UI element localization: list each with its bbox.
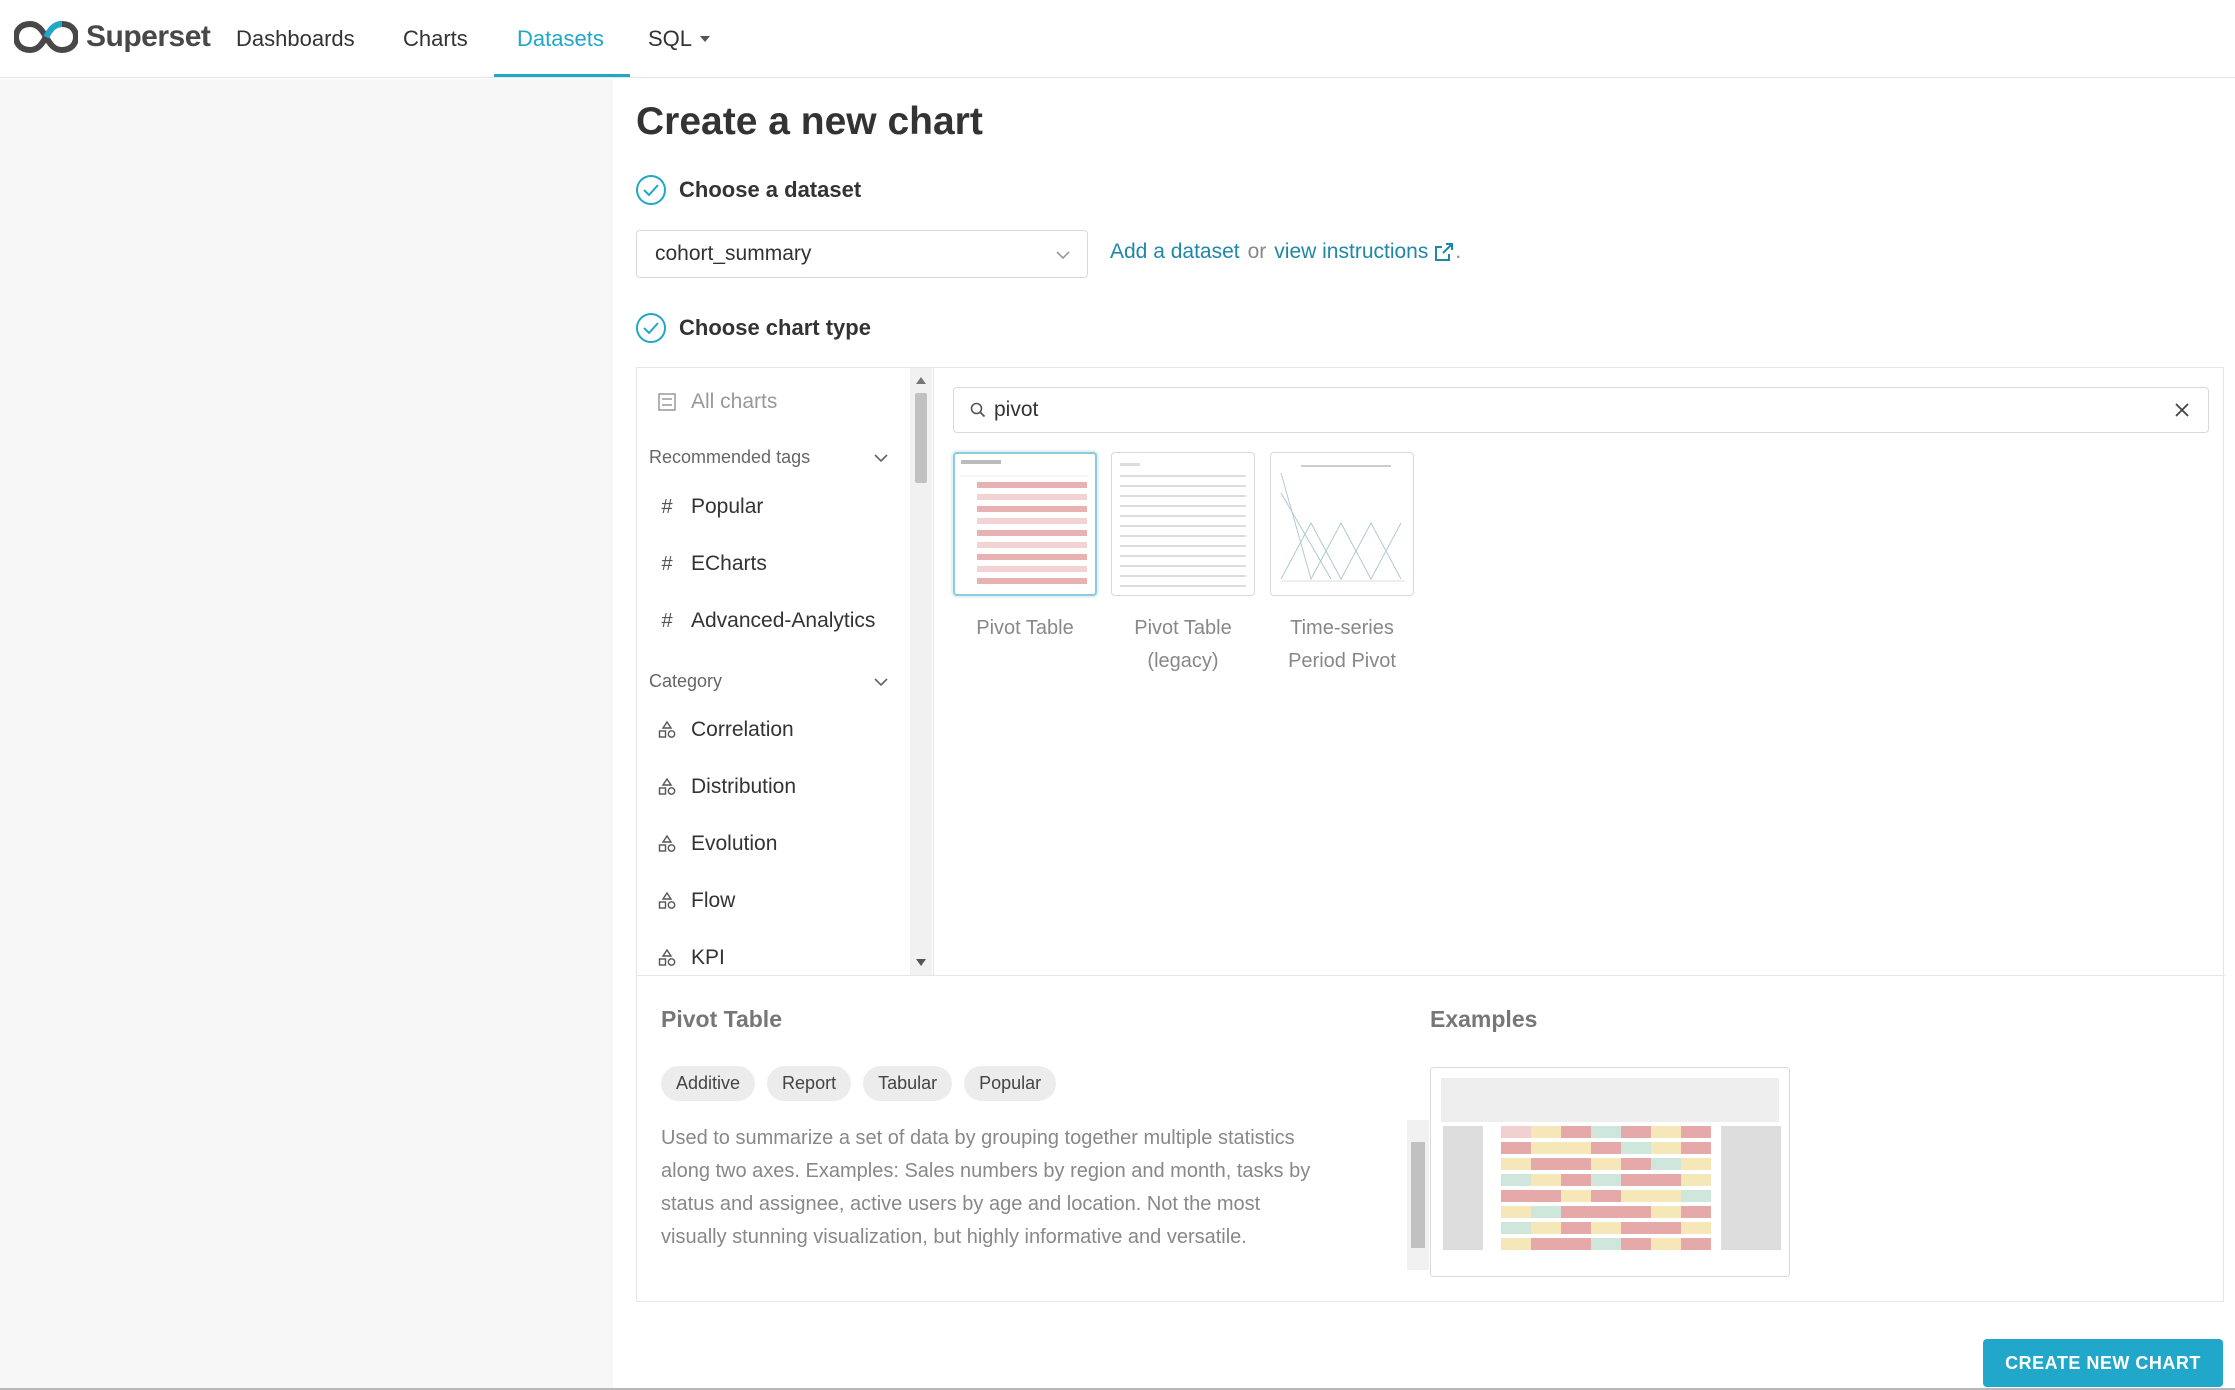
example-image[interactable]: [1430, 1067, 1790, 1277]
sidebar-item-distribution[interactable]: Distribution: [657, 775, 796, 799]
sidebar-item-advanced-analytics[interactable]: # Advanced-Analytics: [657, 609, 875, 633]
dataset-links: Add a dataset or view instructions .: [1110, 240, 1461, 264]
sidebar-item-label: Flow: [691, 889, 736, 912]
shapes-icon: [657, 948, 677, 968]
shapes-icon: [657, 834, 677, 854]
nav-charts[interactable]: Charts: [403, 0, 468, 78]
hash-icon: #: [661, 495, 673, 518]
sidebar-item-label: Distribution: [691, 775, 797, 798]
hash-icon: #: [661, 552, 673, 575]
sidebar-item-label: KPI: [691, 946, 725, 969]
left-gutter: [0, 79, 613, 1390]
tag: Additive: [661, 1066, 756, 1101]
recommended-tags-header[interactable]: Recommended tags: [649, 447, 889, 468]
sidebar-scrollbar[interactable]: [910, 368, 932, 975]
chart-card-time-series-period-pivot[interactable]: Time-series Period Pivot: [1270, 452, 1414, 678]
brand-name: Superset: [86, 20, 211, 53]
shapes-icon: [657, 891, 677, 911]
caret-down-icon: [700, 36, 711, 42]
view-instructions-link[interactable]: view instructions: [1274, 240, 1428, 264]
chart-card-pivot-table-legacy[interactable]: Pivot Table (legacy): [1111, 452, 1255, 678]
category-header[interactable]: Category: [649, 671, 889, 692]
scrollbar-thumb[interactable]: [915, 393, 927, 483]
chart-type-panel: All charts Recommended tags # Popular # …: [636, 367, 2225, 1302]
scrollbar-thumb[interactable]: [1411, 1142, 1425, 1248]
chart-card-pivot-table[interactable]: Pivot Table: [953, 452, 1097, 645]
examples-title: Examples: [1430, 1006, 1538, 1032]
tag: Tabular: [863, 1066, 953, 1101]
sidebar-item-label: Advanced-Analytics: [691, 609, 876, 632]
chevron-down-icon: [874, 453, 888, 462]
chart-description: Used to summarize a set of data by group…: [661, 1127, 1311, 1248]
step-choose-chart-type: Choose chart type: [636, 313, 871, 343]
sidebar-item-evolution[interactable]: Evolution: [657, 832, 777, 856]
sidebar-item-popular[interactable]: # Popular: [657, 495, 763, 519]
sidebar-item-flow[interactable]: Flow: [657, 889, 735, 913]
shapes-icon: [657, 777, 677, 797]
scroll-down-icon[interactable]: [916, 959, 926, 966]
step-label: Choose a dataset: [679, 177, 862, 202]
external-link-icon[interactable]: [1433, 241, 1455, 263]
nav-sql-label: SQL: [648, 26, 693, 51]
chart-thumbnail: [1111, 452, 1255, 596]
chart-card-label: Pivot Table: [976, 617, 1074, 639]
step-choose-dataset: Choose a dataset: [636, 175, 861, 205]
nav-dashboards[interactable]: Dashboards: [236, 0, 355, 78]
step-label: Choose chart type: [679, 315, 871, 340]
shapes-icon: [657, 720, 677, 740]
close-icon[interactable]: [2172, 400, 2192, 420]
check-circle-icon: [636, 175, 666, 205]
sidebar-item-label: Popular: [691, 495, 764, 518]
scroll-up-icon[interactable]: [916, 377, 926, 384]
tag: Popular: [964, 1066, 1057, 1101]
sidebar-item-correlation[interactable]: Correlation: [657, 718, 794, 742]
sidebar-item-kpi[interactable]: KPI: [657, 946, 725, 970]
dataset-select-value: cohort_summary: [655, 242, 812, 265]
dataset-select[interactable]: cohort_summary: [636, 230, 1088, 278]
section-label: Category: [649, 671, 723, 691]
sidebar-item-label: ECharts: [691, 552, 767, 575]
check-circle-icon: [636, 313, 666, 343]
chart-card-label: Pivot Table (legacy): [1134, 617, 1232, 672]
panel-divider: [637, 975, 2225, 976]
chart-search-box[interactable]: [953, 387, 2209, 433]
sidebar-item-label: Evolution: [691, 832, 778, 855]
add-dataset-link[interactable]: Add a dataset: [1110, 240, 1240, 264]
chart-tags: Additive Report Tabular Popular: [661, 1066, 1057, 1101]
active-tab-indicator: [494, 74, 630, 77]
selected-chart-title: Pivot Table: [661, 1006, 782, 1032]
chart-card-label: Time-series Period Pivot: [1288, 617, 1396, 672]
top-navbar: Superset Dashboards Charts Datasets SQL: [0, 0, 2235, 78]
chevron-down-icon: [1056, 251, 1070, 260]
create-new-chart-button[interactable]: CREATE NEW CHART: [1983, 1339, 2223, 1387]
hash-icon: #: [661, 609, 673, 632]
chart-type-sidebar: All charts Recommended tags # Popular # …: [637, 368, 911, 975]
list-icon: [657, 392, 677, 412]
panel-divider: [933, 368, 934, 975]
search-icon: [970, 402, 986, 418]
chevron-down-icon: [874, 677, 888, 686]
examples-scrollbar[interactable]: [1407, 1120, 1429, 1270]
sidebar-item-all-charts[interactable]: All charts: [657, 390, 777, 414]
chart-thumbnail: [953, 452, 1097, 596]
brand-logo[interactable]: Superset: [14, 14, 211, 60]
sidebar-item-label: All charts: [691, 390, 778, 413]
sidebar-item-echarts[interactable]: # ECharts: [657, 552, 767, 576]
chart-search-input[interactable]: [994, 398, 2144, 422]
tag: Report: [767, 1066, 852, 1101]
nav-datasets[interactable]: Datasets: [517, 0, 604, 78]
or-text: or: [1247, 240, 1267, 263]
section-label: Recommended tags: [649, 447, 811, 467]
page-title: Create a new chart: [636, 100, 983, 143]
nav-sql[interactable]: SQL: [648, 0, 711, 78]
sidebar-item-label: Correlation: [691, 718, 794, 741]
chart-thumbnail: [1270, 452, 1414, 596]
superset-logo-icon: [14, 20, 78, 54]
period-text: .: [1455, 240, 1462, 263]
